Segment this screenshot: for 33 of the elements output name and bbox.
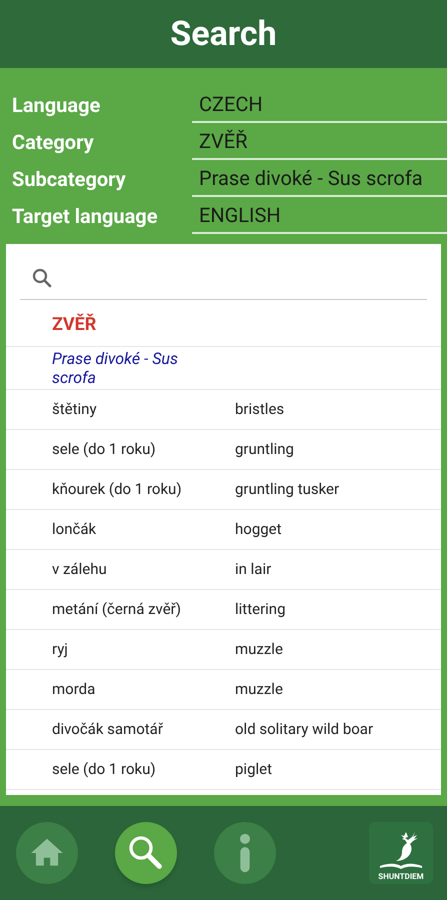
source-term: morda (51, 679, 96, 700)
dropdown-field[interactable]: ENGLISH (192, 198, 447, 234)
filter-label: Category (12, 128, 95, 156)
source-term: divočák samotář (51, 719, 164, 740)
filter-label: Target language (12, 202, 158, 230)
source-term: sele (do 1 roku) (51, 759, 157, 780)
category-heading: ZVĚŘ (52, 312, 96, 337)
dropdown-field[interactable]: ZVĚŘ (192, 124, 447, 160)
target-term: hogget (235, 519, 282, 540)
source-term: v zálehu (51, 559, 108, 580)
source-term: štětiny (51, 399, 98, 420)
target-term: littering (235, 599, 286, 620)
target-term: piglet (235, 759, 272, 780)
source-term: ryj (51, 639, 69, 660)
logo-text: SHUNTDIEM (378, 872, 424, 881)
subcategory-heading: Prase divoké - Sus scrofa (52, 349, 179, 387)
filter-label: Language (12, 92, 102, 118)
filter-label: Subcategory (12, 166, 127, 192)
target-term: in lair (235, 559, 272, 580)
info-icon (237, 833, 253, 873)
target-term: gruntling tusker (235, 479, 340, 500)
source-term: metání (černá zvěř) (51, 599, 182, 620)
target-term: old solitary wild boar (235, 719, 374, 740)
dropdown-field[interactable]: CZECH (192, 86, 447, 122)
source-term: kňourek (do 1 roku) (51, 479, 183, 500)
dropdown-field[interactable]: Prase divoké - Sus scrofa (192, 160, 447, 196)
target-term: gruntling (235, 439, 294, 460)
source-term: lončák (51, 519, 98, 540)
target-term: bristles (235, 399, 284, 420)
target-term: muzzle (235, 679, 283, 700)
source-term: sele (do 1 roku) (51, 439, 157, 460)
page-title: Search (170, 12, 277, 56)
target-term: muzzle (235, 639, 283, 660)
